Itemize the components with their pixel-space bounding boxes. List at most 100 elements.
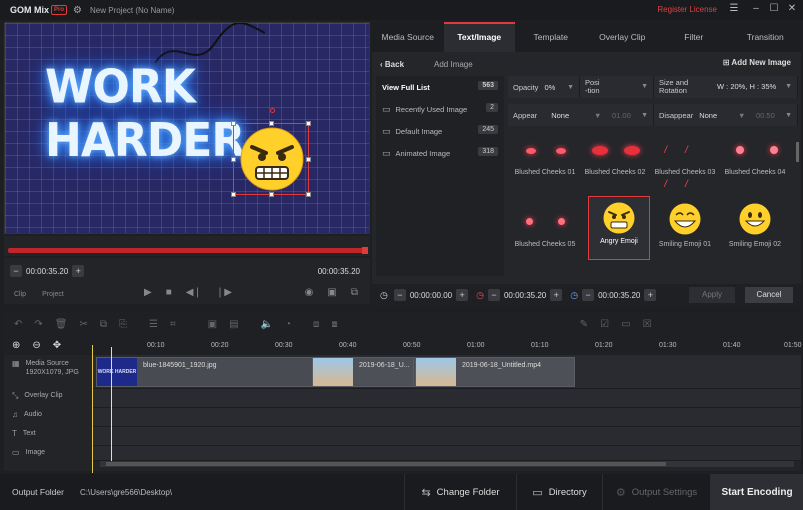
resize-handle[interactable] [306,192,311,197]
back-button[interactable]: ‹ Back [380,60,404,69]
resize-handle[interactable] [231,192,236,197]
minus-button[interactable]: − [10,265,22,277]
playback-progress[interactable] [4,236,370,256]
menu-icon[interactable]: ☰ [727,3,741,14]
time-ruler[interactable]: ⊕ ⊖ ✥ 00:10 00:20 00:30 00:40 00:50 01:0… [4,337,802,355]
thumb-smiling-01[interactable]: Smiling Emoji 01 [652,198,718,262]
prev-frame-icon[interactable]: ◀❘ [186,287,202,298]
list-item-default[interactable]: ▭ Default Image 245 [376,120,504,142]
list-item-full[interactable]: View Full List 563 [376,76,504,98]
resize-handle[interactable] [306,121,311,126]
cancel-button[interactable]: Cancel [745,287,793,303]
play-icon[interactable]: ▶ [144,287,152,298]
box-edit-icon[interactable]: ☑ [600,319,609,330]
snapshot-icon[interactable]: ◉ [305,287,314,298]
resize-handle[interactable] [306,157,311,162]
disappear-select[interactable]: Disappear None ▼ 00.50 ▼ [654,104,798,126]
fullscreen-icon[interactable]: ⧉ [351,287,358,298]
minus-button[interactable]: − [582,289,595,301]
resize-handle[interactable] [231,121,236,126]
gear-icon[interactable]: ⚙ [73,5,82,16]
lane-image[interactable] [92,446,801,461]
resize-handle[interactable] [231,157,236,162]
plus-button[interactable]: + [644,289,657,301]
tab-filter[interactable]: Filter [658,22,730,52]
volume-icon[interactable]: 🔈 [261,319,273,330]
thumb-blushed-05[interactable]: Blushed Cheeks 05 [512,206,578,272]
clip-video-2[interactable]: 2019-06-18_Untitled.mp4 [415,357,575,387]
directory-button[interactable]: ▭ Directory [516,474,602,510]
current-time[interactable]: 00:00:35.20 [26,267,68,276]
zoom-in-icon[interactable]: ⊕ [12,340,20,351]
apply-button[interactable]: Apply [689,287,735,303]
timeline-playhead[interactable] [111,347,112,465]
start-time[interactable]: 00:00:00.00 [410,291,452,300]
position-select[interactable]: Posi -tion ▼ [580,76,654,98]
crop-icon[interactable]: ⌗ [170,319,176,330]
plus-button[interactable]: + [550,289,563,301]
rotate-handle[interactable] [270,108,275,113]
redo-icon[interactable]: ↷ [34,319,42,330]
minus-button[interactable]: − [487,289,500,301]
clip-video-1[interactable]: 2019-06-18_U... [312,357,414,387]
close-icon[interactable]: ✕ [785,3,799,14]
tab-overlay-clip[interactable]: Overlay Clip [587,22,659,52]
progress-track[interactable] [8,248,368,253]
tab-project[interactable]: Project [42,291,64,298]
register-license-link[interactable]: Register License [657,5,717,14]
tab-transition[interactable]: Transition [730,22,802,52]
zoom-out-icon[interactable]: ⊖ [32,340,40,351]
thumb-blushed-01[interactable]: Blushed Cheeks 01 [512,134,578,200]
thumb-angry-emoji[interactable]: Angry Emoji [588,196,650,260]
thumb-smiling-02[interactable]: Smiling Emoji 02 [722,198,788,262]
start-encoding-button[interactable]: Start Encoding [710,474,803,510]
output-settings-button[interactable]: ⚙ Output Settings [602,474,710,510]
save-icon[interactable]: ▭ [621,319,630,330]
text-box-icon[interactable]: ▤ [229,319,238,330]
lane-text[interactable] [92,427,801,446]
tab-media-source[interactable]: Media Source [372,22,444,52]
paste-icon[interactable]: ⎘ [119,319,127,330]
copy-icon[interactable]: ⧉ [100,319,107,330]
list-item-animated[interactable]: ▭ Animated Image 318 [376,142,504,164]
add-new-image-button[interactable]: ⊞ Add New Image [723,58,791,67]
screen-icon[interactable]: ▣ [327,287,336,298]
fit-icon[interactable]: ✥ [53,340,61,351]
duration-time[interactable]: 00:00:35.20 [504,291,546,300]
timeline-scrollbar[interactable] [100,461,794,467]
scroll-thumb[interactable] [106,462,666,466]
timeline-start-marker[interactable] [92,345,93,473]
video-preview[interactable]: WORK HARDER [4,22,370,234]
cut-icon[interactable]: ✂ [79,319,87,330]
end-time[interactable]: 00:00:35.20 [598,291,640,300]
minus-button[interactable]: − [393,289,406,301]
image-icon[interactable]: ▣ [208,319,217,330]
thumb-blushed-03[interactable]: // // Blushed Cheeks 03 [652,134,718,200]
progress-knob[interactable] [362,247,368,254]
adjust-icon[interactable]: ☰ [149,319,158,330]
speed-icon[interactable]: ◔ [285,319,291,330]
plus-button[interactable]: + [72,265,85,277]
opacity-select[interactable]: Opacity 0% ▼ [508,76,580,98]
lane-audio[interactable] [92,408,801,427]
thumb-blushed-02[interactable]: Blushed Cheeks 02 [582,134,648,200]
split-icon[interactable]: ⧈ [313,319,319,330]
appear-select[interactable]: Appear None ▼ 01.00 ▼ [508,104,654,126]
edit-icon[interactable]: ✎ [580,319,588,330]
minimize-icon[interactable]: – [749,3,763,14]
thumb-blushed-04[interactable]: Blushed Cheeks 04 [722,134,788,200]
maximize-icon[interactable]: ☐ [767,3,781,14]
thumbnail-scrollbar[interactable] [796,142,799,162]
list-item-recent[interactable]: ▭ Recently Used Image 2 [376,98,504,120]
undo-icon[interactable]: ↶ [14,319,22,330]
tab-clip[interactable]: Clip [14,291,26,298]
image-selection-box[interactable] [231,108,311,197]
next-frame-icon[interactable]: ❘▶ [216,287,232,298]
change-folder-button[interactable]: ⇆ Change Folder [404,474,516,510]
plus-button[interactable]: + [456,289,469,301]
tab-text-image[interactable]: Text/Image [443,22,515,52]
merge-icon[interactable]: ⧇ [331,319,337,330]
tab-template[interactable]: Template [515,22,587,52]
stop-icon[interactable]: ■ [166,287,172,298]
lane-overlay-clip[interactable] [92,389,801,408]
